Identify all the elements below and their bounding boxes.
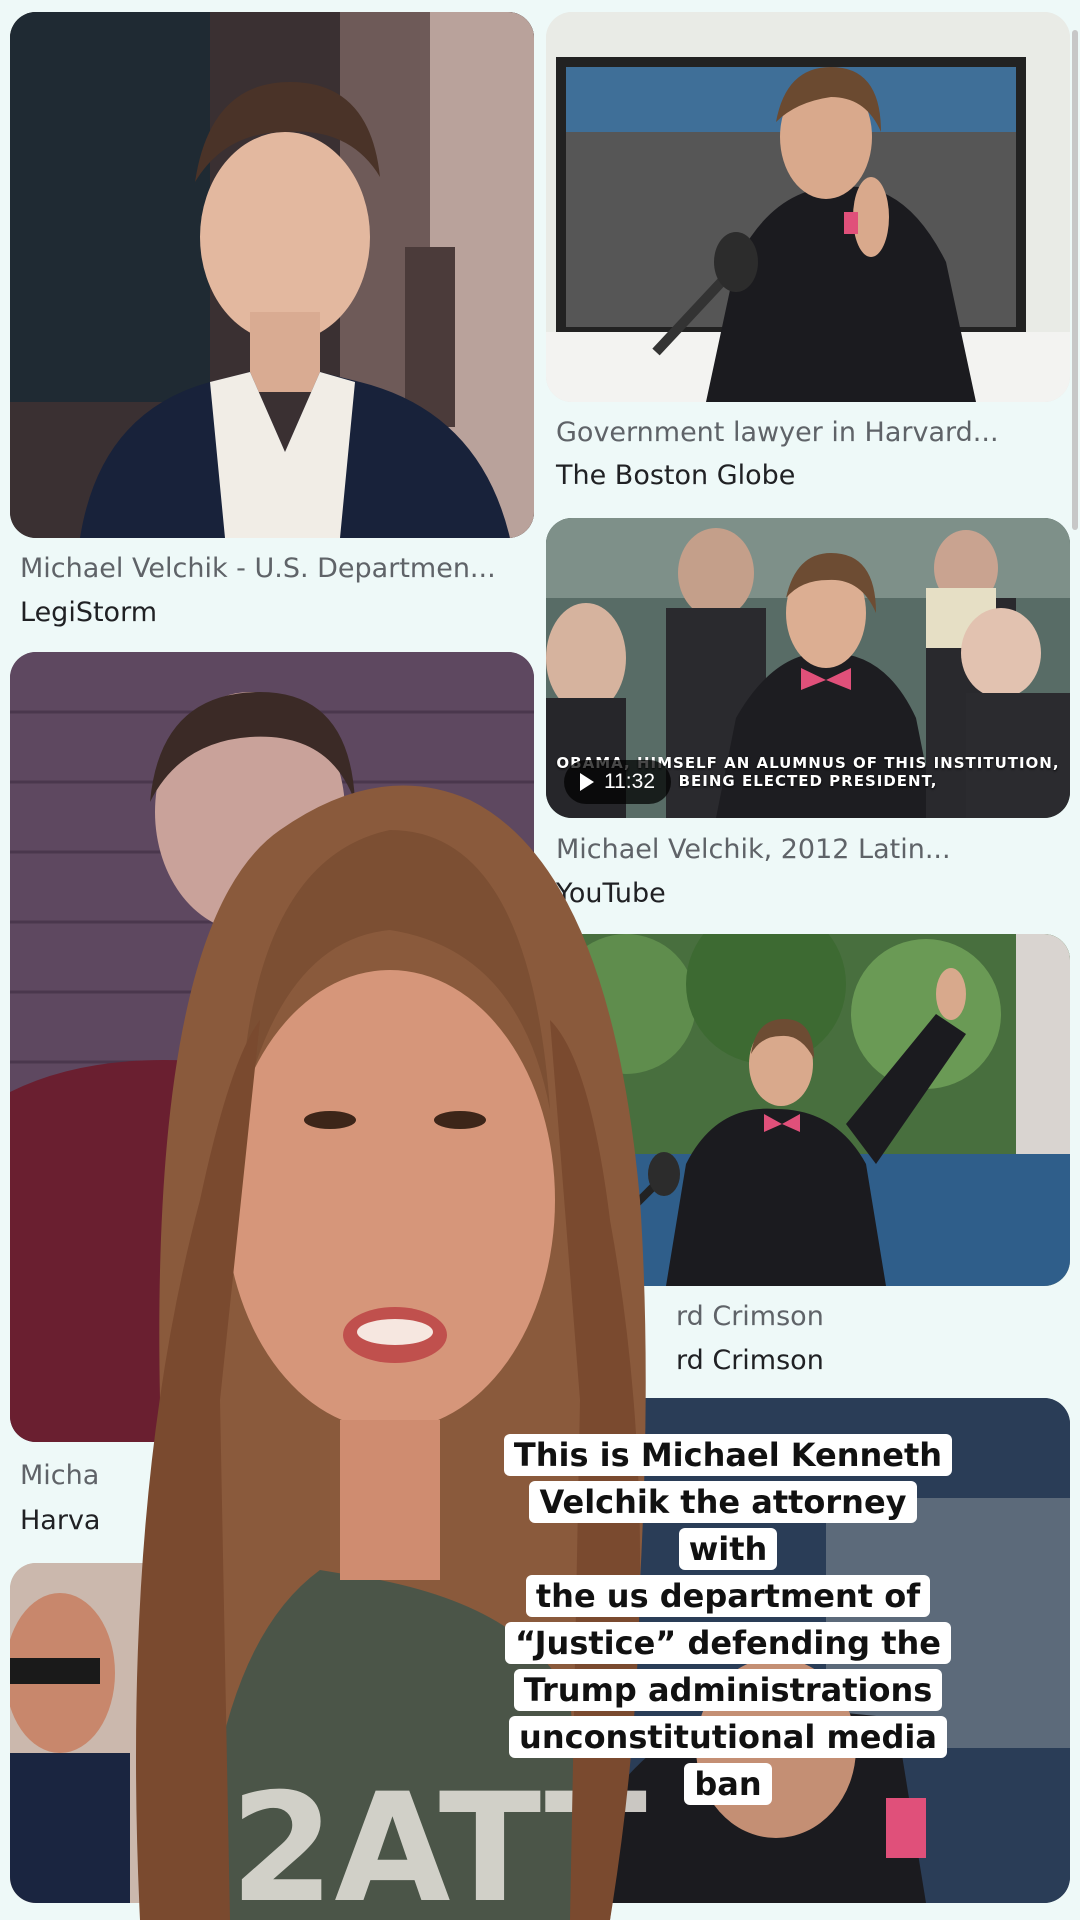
subtitle-line: “Justice” defending the: [505, 1622, 951, 1664]
subtitle-line: unconstitutional media: [509, 1716, 947, 1758]
result-source: The Boston Globe: [556, 460, 796, 491]
subtitle-line: the us department of: [525, 1575, 931, 1617]
video-subtitle-caption: This is Michael Kenneth Velchik the atto…: [490, 1432, 966, 1808]
speaker-photo: [546, 12, 1070, 402]
subtitle-line: Velchik the attorney with: [529, 1481, 917, 1570]
result-source: rd Crimson: [676, 1345, 824, 1376]
scrollbar[interactable]: [1072, 30, 1078, 530]
portrait-photo: [10, 12, 534, 538]
result-image-legistorm[interactable]: [10, 12, 534, 538]
subtitle-line: ban: [684, 1763, 772, 1805]
subtitle-line: This is Michael Kenneth: [503, 1434, 953, 1476]
result-image-boston-globe[interactable]: [546, 12, 1070, 402]
result-title[interactable]: Government lawyer in Harvard...: [556, 417, 999, 448]
result-title[interactable]: rd Crimson: [676, 1301, 824, 1332]
subtitle-line: Trump administrations: [513, 1669, 943, 1711]
